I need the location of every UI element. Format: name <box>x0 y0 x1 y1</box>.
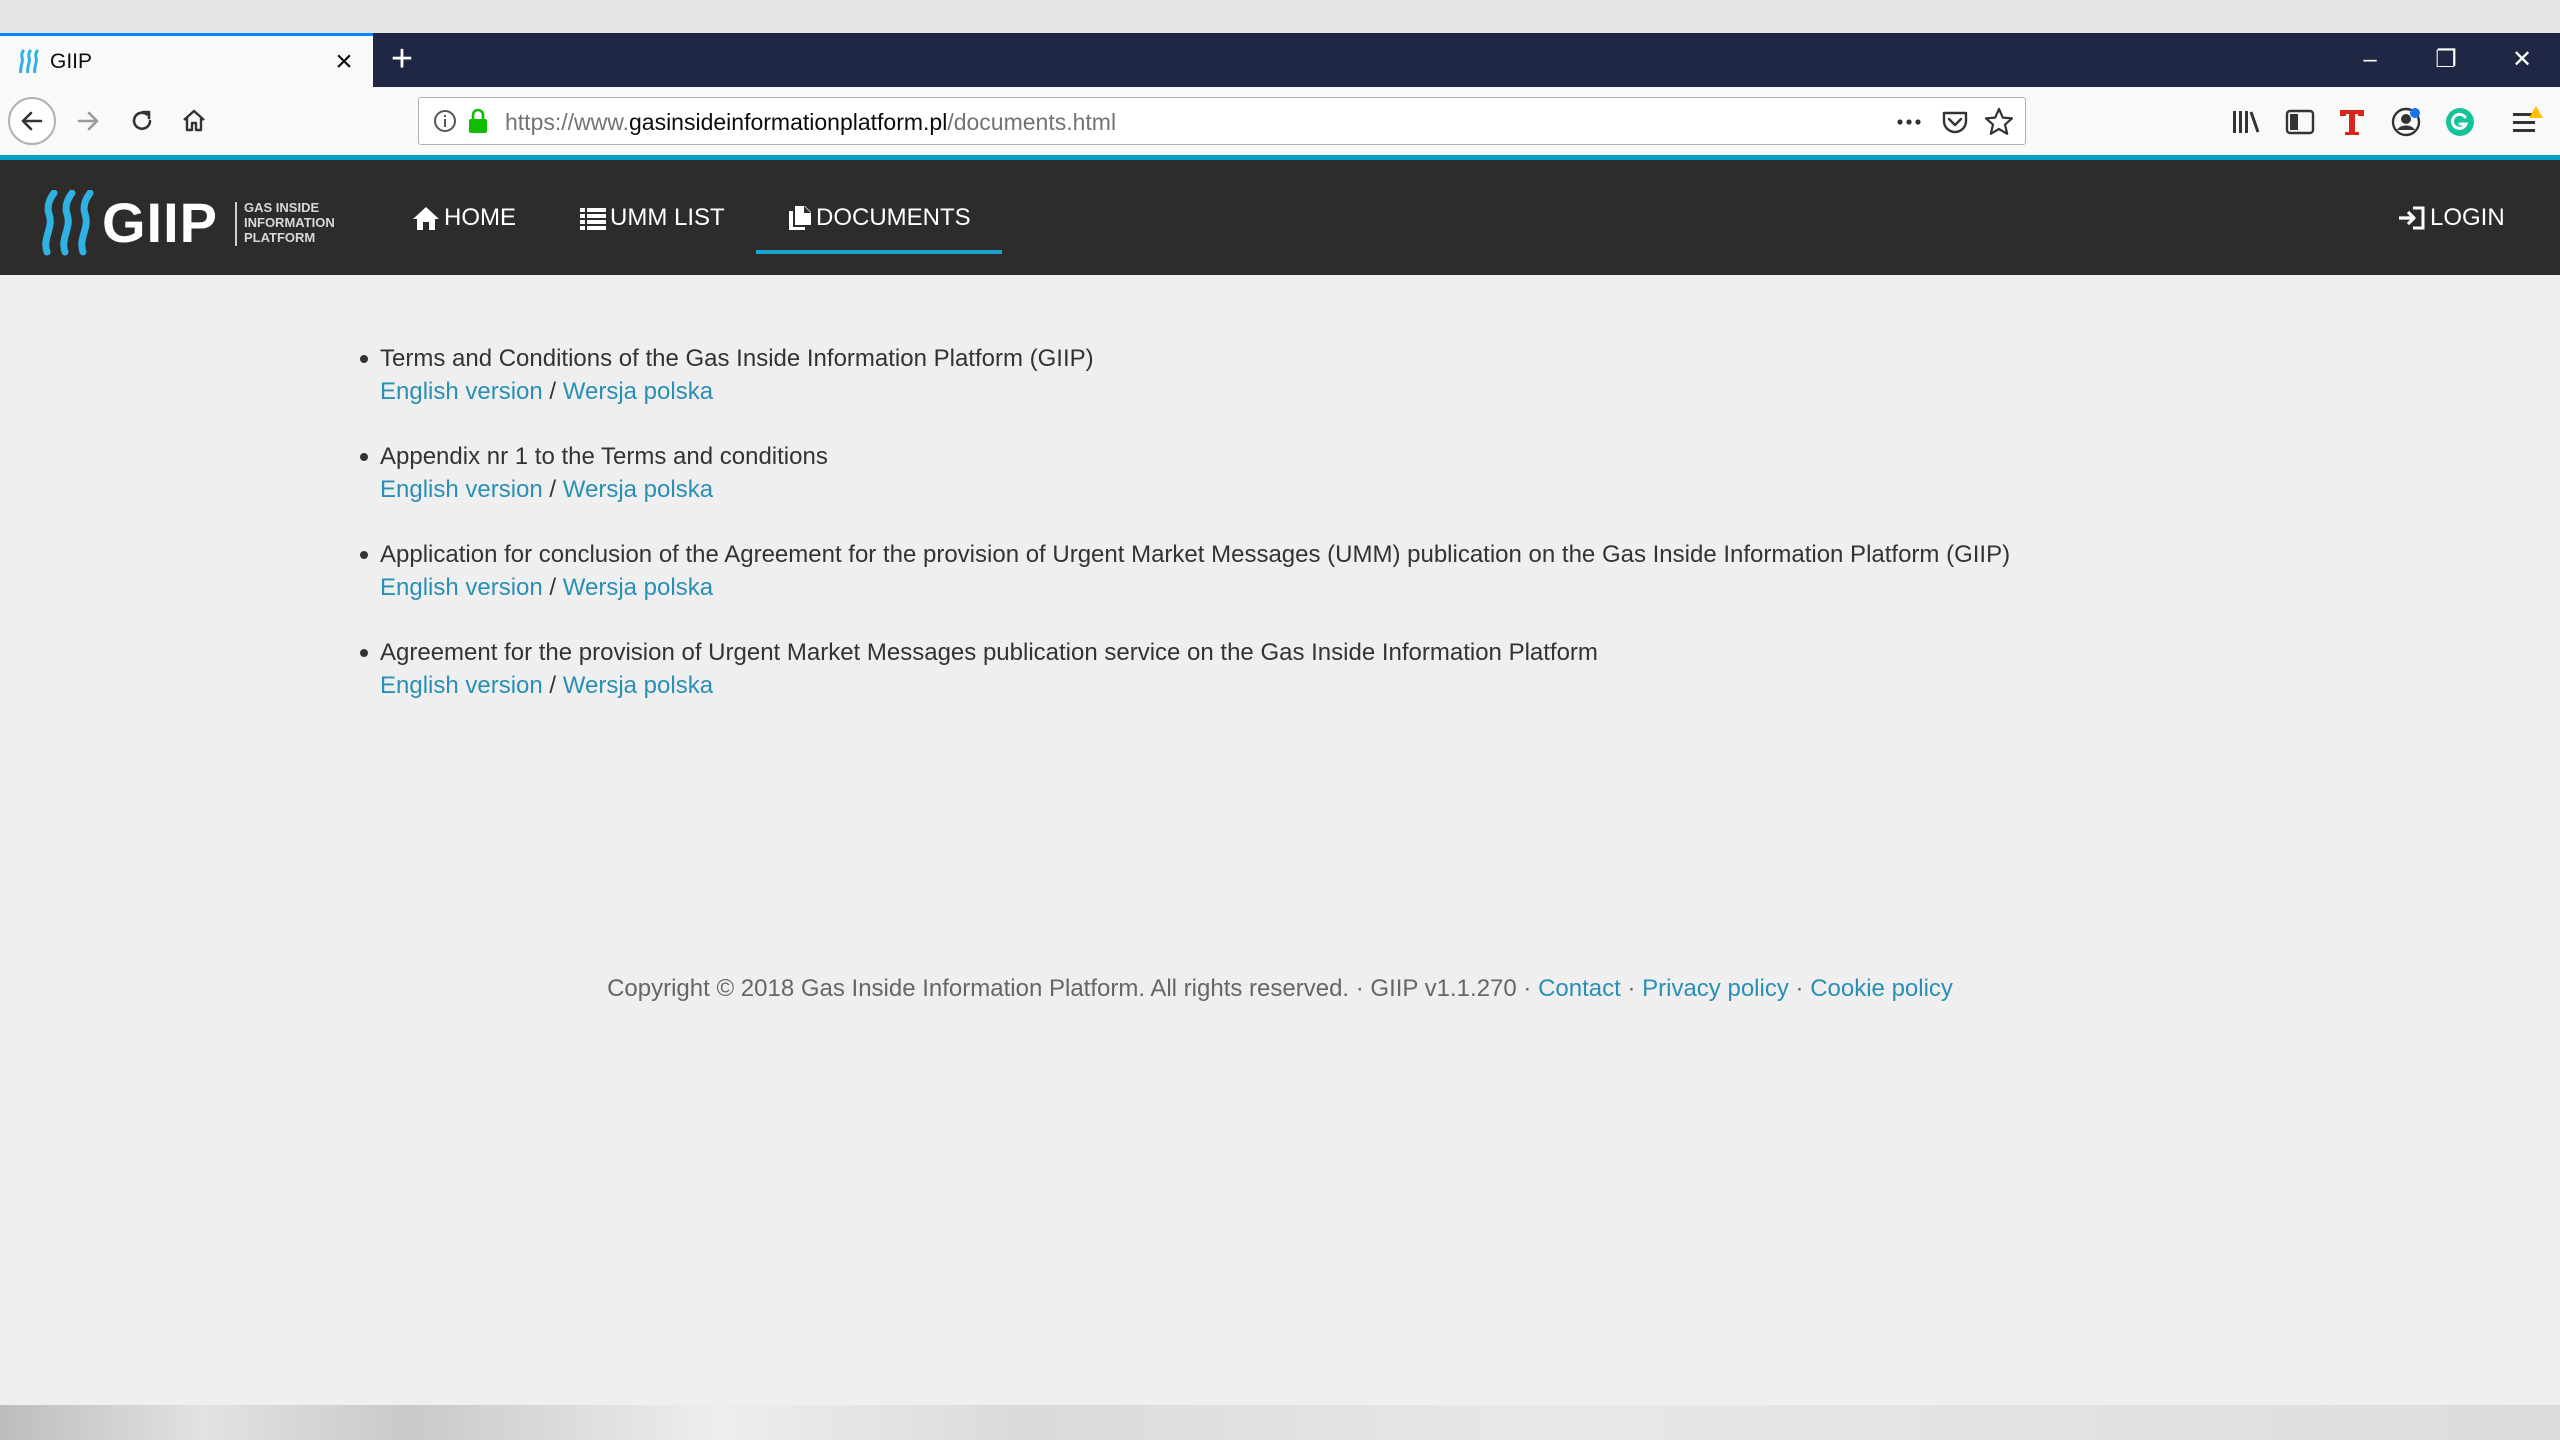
url-bar[interactable]: https://www.gasinsideinformationplatform… <box>418 97 2026 145</box>
footer-dot: · <box>1627 975 1636 1002</box>
window-close-icon[interactable]: ✕ <box>2484 33 2560 87</box>
back-button[interactable] <box>8 97 56 145</box>
document-links: English version / Wersja polska <box>380 672 713 699</box>
reload-icon <box>132 110 152 130</box>
privacy-policy-link[interactable]: Privacy policy <box>1642 975 1789 1002</box>
back-arrow-icon <box>21 111 43 131</box>
tab-bar: GIIP × + – ❐ ✕ <box>0 33 2560 87</box>
document-title: Application for conclusion of the Agreem… <box>380 541 2011 568</box>
document-links: English version / Wersja polska <box>380 378 713 405</box>
document-title: Appendix nr 1 to the Terms and condition… <box>380 443 828 470</box>
giip-favicon-icon <box>19 49 40 74</box>
giip-logo[interactable]: GIIP GAS INSIDE INFORMATION PLATFORM <box>40 190 350 256</box>
home-button[interactable] <box>170 97 218 145</box>
new-tab-icon[interactable]: + <box>380 37 424 81</box>
site-header: GIIP GAS INSIDE INFORMATION PLATFORM HOM… <box>0 160 2560 275</box>
login-icon <box>2399 206 2425 229</box>
library-icon[interactable] <box>2228 104 2264 140</box>
page-footer: Copyright © 2018 Gas Inside Information … <box>0 975 2560 1003</box>
pocket-icon[interactable] <box>1939 106 1971 138</box>
url-prefix: https://www. <box>505 109 629 135</box>
forward-button[interactable] <box>64 97 112 145</box>
home-icon <box>413 206 439 230</box>
document-item: Application for conclusion of the Agreem… <box>358 539 2010 605</box>
document-links: English version / Wersja polska <box>380 476 713 503</box>
home-icon <box>183 109 205 132</box>
page-actions-more-icon[interactable] <box>1893 106 1925 138</box>
nav-login[interactable]: LOGIN <box>2398 160 2505 275</box>
link-separator: / <box>549 574 557 601</box>
bookmark-star-icon[interactable] <box>1983 106 2015 138</box>
screen: GIIP × + – ❐ ✕ https://www.gasinsideinfo… <box>0 0 2560 1440</box>
cookie-policy-link[interactable]: Cookie policy <box>1810 975 1953 1002</box>
url-path: /documents.html <box>947 109 1117 135</box>
nav-login-label: LOGIN <box>2430 203 2505 231</box>
lock-icon[interactable] <box>467 108 489 134</box>
forward-arrow-icon <box>77 111 99 131</box>
contact-link[interactable]: Contact <box>1538 975 1621 1002</box>
grammarly-icon[interactable] <box>2442 104 2478 140</box>
document-title: Terms and Conditions of the Gas Inside I… <box>380 345 1094 372</box>
documents-list: Terms and Conditions of the Gas Inside I… <box>358 343 2010 735</box>
document-item: Terms and Conditions of the Gas Inside I… <box>358 343 2010 409</box>
url-domain: gasinsideinformationplatform.pl <box>628 109 948 135</box>
extension-t-icon[interactable] <box>2334 104 2370 140</box>
polish-version-link[interactable]: Wersja polska <box>563 378 713 405</box>
english-version-link[interactable]: English version <box>380 378 543 405</box>
document-title: Agreement for the provision of Urgent Ma… <box>380 639 1598 666</box>
restore-icon[interactable]: ❐ <box>2408 33 2484 87</box>
window-top-strip <box>0 0 2560 33</box>
nav-documents[interactable]: DOCUMENTS <box>756 160 1002 275</box>
flame-logo-icon <box>42 190 94 256</box>
list-icon <box>580 207 606 230</box>
tab-title: GIIP <box>50 50 93 73</box>
hamburger-menu-icon[interactable] <box>2508 104 2544 140</box>
nav-documents-label: DOCUMENTS <box>816 203 971 231</box>
footer-dot: · <box>1795 975 1804 1002</box>
info-icon[interactable] <box>433 109 457 133</box>
logo-text: GIIP <box>102 191 219 254</box>
document-item: Appendix nr 1 to the Terms and condition… <box>358 441 2010 507</box>
logo-subtitle: GAS INSIDE INFORMATION PLATFORM <box>244 200 335 245</box>
logo-divider <box>235 202 237 246</box>
documents-icon <box>789 205 811 230</box>
english-version-link[interactable]: English version <box>380 574 543 601</box>
link-separator: / <box>549 672 557 699</box>
sidebar-icon[interactable] <box>2282 104 2318 140</box>
url-text[interactable]: https://www.gasinsideinformationplatform… <box>505 109 1116 136</box>
minimize-icon[interactable]: – <box>2332 33 2408 87</box>
link-separator: / <box>549 378 557 405</box>
bottom-background-strip <box>0 1405 2560 1440</box>
document-links: English version / Wersja polska <box>380 574 713 601</box>
nav-home[interactable]: HOME <box>412 160 516 275</box>
nav-umm-list[interactable]: UMM LIST <box>580 160 725 275</box>
tab-close-icon[interactable]: × <box>326 44 362 80</box>
polish-version-link[interactable]: Wersja polska <box>563 672 713 699</box>
reload-button[interactable] <box>118 97 166 145</box>
active-nav-underline <box>756 250 1002 254</box>
footer-copyright: Copyright © 2018 Gas Inside Information … <box>607 975 1532 1002</box>
tab-giip[interactable]: GIIP × <box>0 33 373 87</box>
nav-home-label: HOME <box>444 203 516 231</box>
document-item: Agreement for the provision of Urgent Ma… <box>358 637 2010 703</box>
english-version-link[interactable]: English version <box>380 476 543 503</box>
english-version-link[interactable]: English version <box>380 672 543 699</box>
nav-umm-list-label: UMM LIST <box>610 203 725 231</box>
account-icon[interactable] <box>2388 104 2424 140</box>
polish-version-link[interactable]: Wersja polska <box>563 574 713 601</box>
polish-version-link[interactable]: Wersja polska <box>563 476 713 503</box>
main-content: Terms and Conditions of the Gas Inside I… <box>0 275 2560 1405</box>
navigation-toolbar: https://www.gasinsideinformationplatform… <box>0 87 2560 155</box>
link-separator: / <box>549 476 557 503</box>
